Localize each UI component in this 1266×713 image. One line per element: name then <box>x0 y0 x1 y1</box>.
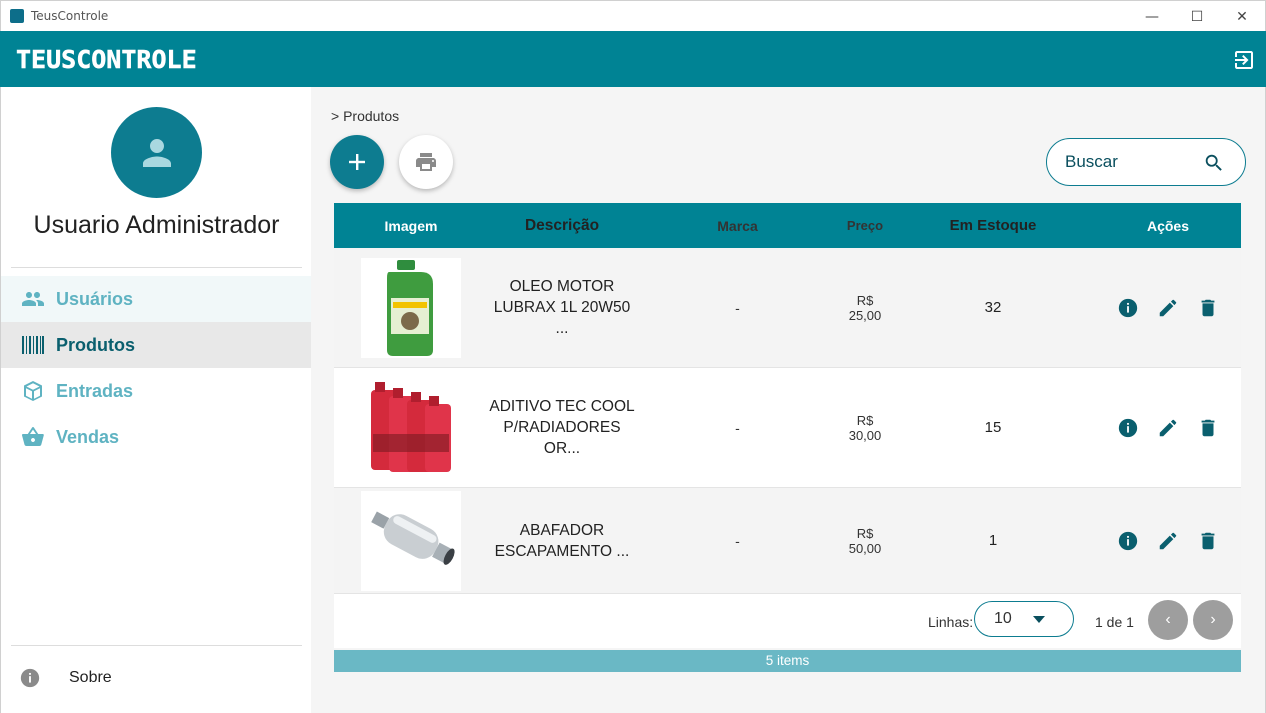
chevron-left-icon: ‹ <box>1165 611 1171 628</box>
info-icon[interactable] <box>1116 416 1140 440</box>
avatar[interactable] <box>111 107 202 198</box>
basket-icon <box>21 425 45 449</box>
previous-page-button[interactable]: ‹ <box>1148 600 1188 640</box>
sidebar-item-vendas[interactable]: Vendas <box>1 414 312 460</box>
print-button[interactable] <box>399 135 453 189</box>
product-price: R$ 30,00 <box>848 412 882 443</box>
column-header[interactable]: Em Estoque <box>891 217 1095 234</box>
column-header: Ações <box>1146 217 1190 234</box>
breadcrumb: > Produtos <box>331 108 400 124</box>
close-button[interactable]: ✕ <box>1219 1 1265 32</box>
edit-icon[interactable] <box>1156 416 1180 440</box>
edit-icon[interactable] <box>1156 529 1180 553</box>
add-product-button[interactable] <box>330 135 384 189</box>
items-count-footer: 5 items <box>334 650 1241 672</box>
person-icon <box>142 138 171 167</box>
about-label: Sobre <box>69 669 112 686</box>
row-actions <box>1095 529 1241 553</box>
minimize-button[interactable]: — <box>1129 1 1175 32</box>
box-icon <box>21 379 45 403</box>
next-page-button[interactable]: › <box>1193 600 1233 640</box>
rows-per-page-value: 10 <box>994 610 1012 627</box>
main-content: > Produtos Imagem Descrição Marca Preço … <box>311 87 1266 713</box>
products-table: Imagem Descrição Marca Preço Em Estoque … <box>334 203 1241 648</box>
product-stock: 15 <box>984 419 1002 436</box>
printer-icon <box>416 153 436 171</box>
table-row[interactable]: ADITIVO TEC COOL P/RADIADORES OR... - R$… <box>334 368 1241 488</box>
rows-per-page-select[interactable]: 10 <box>974 601 1074 637</box>
sidebar-item-usuarios[interactable]: Usuários <box>1 276 312 322</box>
sidebar-item-label: Produtos <box>56 334 135 355</box>
column-header[interactable]: Imagem <box>334 218 488 234</box>
product-brand: - <box>735 419 740 436</box>
product-image-muffler <box>361 490 461 591</box>
chevron-down-icon <box>1033 616 1045 623</box>
about-link[interactable]: Sobre <box>19 667 112 689</box>
username: Usuario Administrador <box>33 211 280 239</box>
table-row[interactable]: ABAFADOR ESCAPAMENTO ... - R$ 50,00 1 <box>334 488 1241 594</box>
rows-per-page-label: Linhas: <box>928 614 974 630</box>
barcode-icon <box>21 333 45 357</box>
search-input[interactable] <box>1065 151 1205 173</box>
maximize-button[interactable]: ☐ <box>1174 1 1220 32</box>
divider <box>11 267 302 268</box>
column-header[interactable]: Preço <box>839 218 891 233</box>
product-image-oil <box>361 257 461 358</box>
row-actions <box>1095 296 1241 320</box>
plus-icon <box>349 154 365 170</box>
chevron-right-icon: › <box>1210 611 1216 628</box>
paginator: Linhas: 10 1 de 1 ‹ › <box>334 594 1241 648</box>
product-price: R$ 25,00 <box>848 292 882 323</box>
sidebar-item-label: Usuários <box>56 288 134 309</box>
column-header[interactable]: Descrição <box>488 215 636 236</box>
product-stock: 32 <box>984 299 1002 316</box>
product-price: R$ 50,00 <box>848 525 882 556</box>
product-description: ABAFADOR ESCAPAMENTO ... <box>494 521 630 560</box>
product-brand: - <box>735 532 740 549</box>
sidebar-item-produtos[interactable]: Produtos <box>1 322 312 368</box>
users-icon <box>21 287 45 311</box>
info-icon[interactable] <box>1116 529 1140 553</box>
row-actions <box>1095 416 1241 440</box>
table-header: Imagem Descrição Marca Preço Em Estoque … <box>334 203 1241 248</box>
sidebar-item-entradas[interactable]: Entradas <box>1 368 312 414</box>
product-brand: - <box>735 299 740 316</box>
sidebar: Usuario Administrador Usuários Produtos … <box>0 87 312 713</box>
sidebar-item-label: Entradas <box>56 380 134 401</box>
info-icon[interactable] <box>1116 296 1140 320</box>
delete-icon[interactable] <box>1196 296 1220 320</box>
product-description: OLEO MOTOR LUBRAX 1L 20W50 ... <box>493 278 631 337</box>
delete-icon[interactable] <box>1196 529 1220 553</box>
page-info: 1 de 1 <box>1095 614 1134 630</box>
sidebar-nav: Usuários Produtos Entradas Vendas <box>1 276 312 460</box>
sidebar-item-label: Vendas <box>56 426 120 447</box>
product-image-coolant <box>361 377 461 478</box>
info-icon <box>19 667 41 689</box>
window-title: TeusControle <box>31 9 109 23</box>
search-icon[interactable] <box>1203 152 1225 178</box>
divider <box>11 645 302 646</box>
app-icon <box>10 9 24 23</box>
delete-icon[interactable] <box>1196 416 1220 440</box>
app-logo: TEUSCONTROLE <box>16 44 197 74</box>
column-header[interactable]: Marca <box>636 218 839 234</box>
table-row[interactable]: OLEO MOTOR LUBRAX 1L 20W50 ... - R$ 25,0… <box>334 248 1241 368</box>
app-header: TEUSCONTROLE <box>0 31 1266 87</box>
edit-icon[interactable] <box>1156 296 1180 320</box>
window-titlebar: TeusControle — ☐ ✕ <box>0 0 1266 31</box>
product-stock: 1 <box>988 532 998 549</box>
logout-icon[interactable] <box>1232 48 1256 72</box>
product-description: ADITIVO TEC COOL P/RADIADORES OR... <box>489 398 635 457</box>
search-box[interactable] <box>1046 138 1246 186</box>
